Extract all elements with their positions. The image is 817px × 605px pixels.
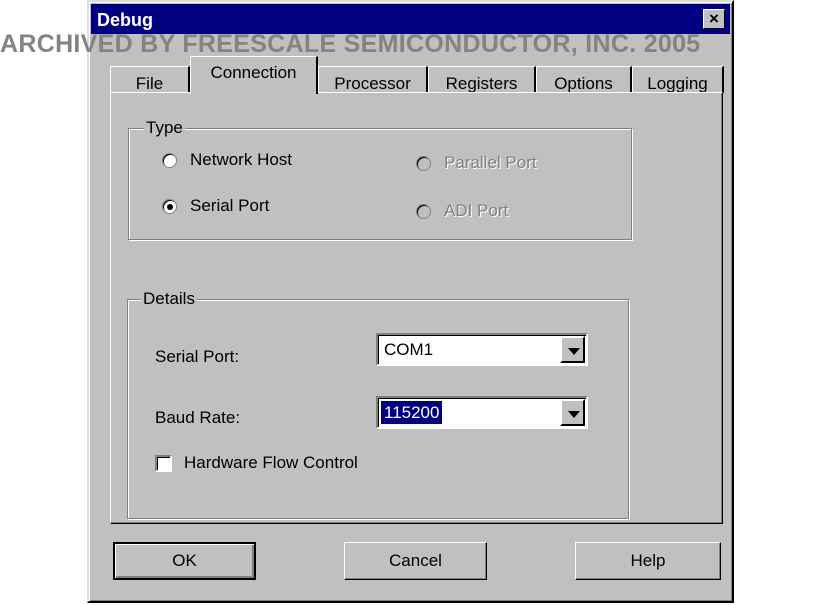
baud-rate-select[interactable]: 115200 <box>376 396 588 429</box>
tab-logging-label: Logging <box>647 74 708 93</box>
radio-adi-port-label: ADI Port <box>444 201 509 220</box>
tab-processor[interactable]: Processor <box>318 66 428 93</box>
baud-rate-dropdown-button[interactable] <box>560 399 585 426</box>
tab-registers-label: Registers <box>445 74 518 93</box>
radio-parallel-port-label: Parallel Port <box>444 153 537 172</box>
watermark-text: ARCHIVED BY FREESCALE SEMICONDUCTOR, INC… <box>0 30 701 58</box>
type-group-legend: Type <box>144 118 185 137</box>
radio-button-selected[interactable] <box>162 198 177 214</box>
hardware-flow-control-label[interactable]: Hardware Flow Control <box>184 453 358 473</box>
tab-registers[interactable]: Registers <box>428 66 536 93</box>
radio-button[interactable] <box>162 152 177 168</box>
tab-connection[interactable]: Connection <box>190 56 318 94</box>
tab-logging[interactable]: Logging <box>632 66 724 93</box>
serial-port-value: COM1 <box>384 340 434 359</box>
chevron-down-icon <box>568 411 580 418</box>
cancel-button[interactable]: Cancel <box>344 542 487 580</box>
radio-button[interactable] <box>416 203 431 219</box>
radio-parallel-port[interactable]: Parallel Port <box>416 153 537 173</box>
radio-network-host[interactable]: Network Host <box>162 150 292 170</box>
radio-serial-port[interactable]: Serial Port <box>162 196 269 216</box>
close-icon: × <box>709 9 719 28</box>
type-group <box>128 128 632 240</box>
close-button[interactable]: × <box>703 9 725 29</box>
tab-options-label: Options <box>554 74 613 93</box>
window-title: Debug <box>97 10 153 30</box>
tab-file-label: File <box>135 74 164 93</box>
tab-connection-label: Connection <box>210 63 297 82</box>
serial-port-label: Serial Port: <box>155 347 240 366</box>
ok-button[interactable]: OK <box>113 542 256 580</box>
serial-port-select[interactable]: COM1 <box>376 333 588 366</box>
tab-options[interactable]: Options <box>536 66 632 93</box>
radio-button[interactable] <box>416 155 431 171</box>
baud-rate-value: 115200 <box>379 400 444 425</box>
radio-network-host-label: Network Host <box>190 150 293 169</box>
radio-serial-port-label: Serial Port <box>190 196 270 215</box>
tab-processor-label: Processor <box>334 74 411 93</box>
details-group-legend: Details <box>141 289 197 308</box>
hardware-flow-control-checkbox[interactable] <box>155 455 172 472</box>
chevron-down-icon <box>568 348 580 355</box>
radio-adi-port[interactable]: ADI Port <box>416 201 508 221</box>
tab-file[interactable]: File <box>110 66 190 93</box>
connection-panel: Type Network Host Parallel Port Serial P… <box>110 92 723 524</box>
serial-port-dropdown-button[interactable] <box>560 336 585 363</box>
help-button[interactable]: Help <box>575 542 721 580</box>
baud-rate-label: Baud Rate: <box>155 408 241 427</box>
